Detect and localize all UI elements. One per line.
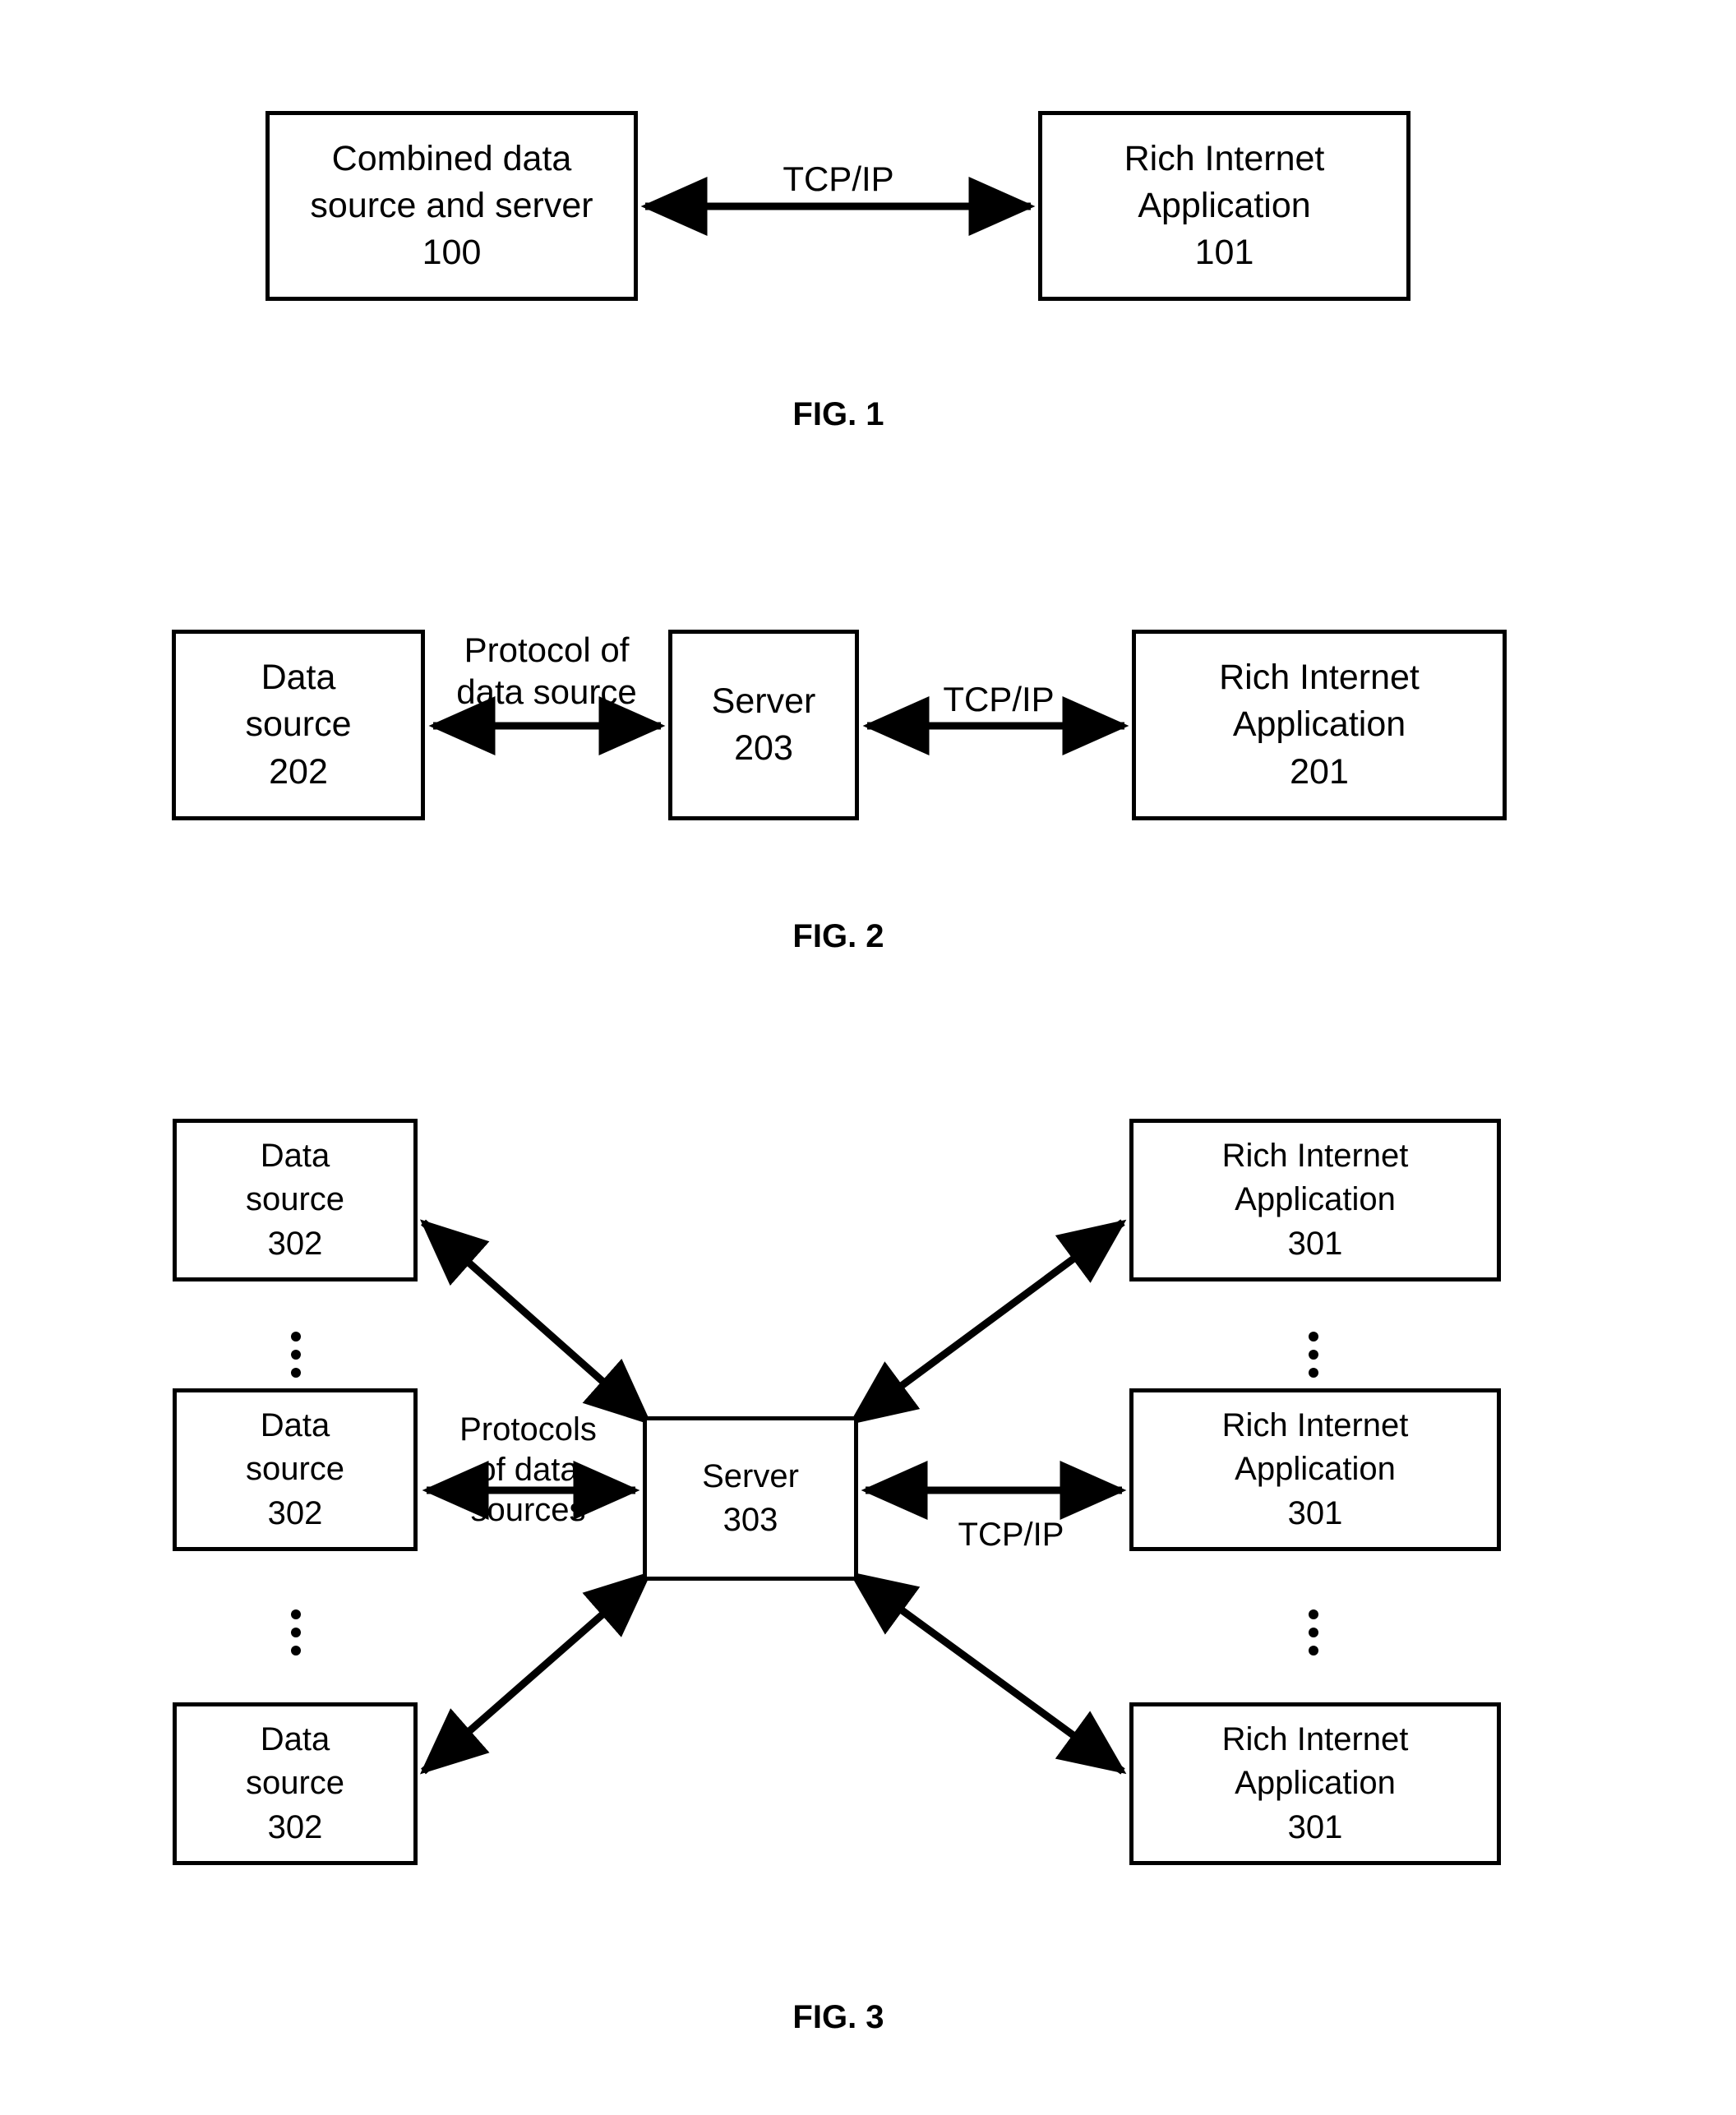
ellipsis-dot <box>1309 1646 1318 1656</box>
node-reference-number: 303 <box>723 1502 778 1538</box>
node-line: Application <box>1235 1451 1396 1488</box>
node-line: Rich Internet <box>1221 1721 1409 1758</box>
fig3-node-rich-internet-application-middle: Rich Internet Application 301 <box>1129 1388 1501 1551</box>
node-reference-number: 301 <box>1287 1225 1343 1262</box>
fig2-edge-label-protocol-of-data-source: Protocol of data source <box>444 629 649 713</box>
edge-label-line: of data <box>478 1451 579 1488</box>
node-line: Data <box>260 1138 330 1175</box>
fig3-arrow-ds1 <box>419 1219 653 1425</box>
node-reference-number: 302 <box>267 1494 323 1531</box>
node-reference-number: 100 <box>422 233 482 273</box>
fig3-edge-label-tcpip: TCP/IP <box>937 1515 1085 1555</box>
fig3-edge-label-protocols-of-data-sources: Protocols of data sources <box>440 1410 616 1530</box>
fig3-node-rich-internet-application-bottom: Rich Internet Application 301 <box>1129 1702 1501 1865</box>
edge-label-line: TCP/IP <box>943 680 1055 718</box>
node-line: Rich Internet <box>1221 1138 1409 1175</box>
fig3-vertical-ellipsis-right-upper <box>1307 1332 1320 1378</box>
node-reference-number: 101 <box>1194 233 1254 273</box>
fig1-node-rich-internet-application: Rich Internet Application 101 <box>1038 111 1410 301</box>
node-line: Rich Internet <box>1124 138 1325 178</box>
fig2-node-rich-internet-application: Rich Internet Application 201 <box>1132 630 1507 820</box>
fig3-arrow-ria1 <box>848 1219 1127 1425</box>
node-reference-number: 202 <box>269 751 328 792</box>
ellipsis-dot <box>1309 1368 1318 1378</box>
fig3-vertical-ellipsis-left-upper <box>289 1332 302 1378</box>
node-line: Application <box>1235 1181 1396 1218</box>
edge-label-line: TCP/IP <box>783 159 894 198</box>
ellipsis-dot <box>291 1368 301 1378</box>
node-line: source <box>245 704 352 745</box>
node-line: Server <box>711 681 816 721</box>
ellipsis-dot <box>291 1332 301 1342</box>
fig3-node-server: Server 303 <box>643 1416 858 1581</box>
edge-label-line: data source <box>456 672 637 712</box>
fig3-arrow-ria3 <box>848 1571 1127 1775</box>
figure-sheet: Combined data source and server 100 Rich… <box>0 0 1736 2115</box>
fig2-node-data-source: Data source 202 <box>172 630 425 820</box>
ellipsis-dot <box>1309 1332 1318 1342</box>
edge-label-line: sources <box>470 1491 586 1528</box>
node-line: source <box>245 1451 345 1488</box>
node-line: source <box>245 1181 345 1218</box>
edge-label-line: Protocols <box>459 1411 597 1448</box>
node-line: Rich Internet <box>1221 1407 1409 1444</box>
edge-label-line: TCP/IP <box>958 1517 1064 1553</box>
node-line: Application <box>1232 704 1406 745</box>
node-line: Data <box>260 1721 330 1758</box>
fig1-caption: FIG. 1 <box>792 396 884 432</box>
node-line: Application <box>1138 185 1311 225</box>
node-line: Data <box>260 1407 330 1444</box>
node-reference-number: 203 <box>734 728 793 768</box>
fig3-vertical-ellipsis-left-lower <box>289 1609 302 1656</box>
ellipsis-dot <box>1309 1350 1318 1360</box>
fig1-edge-label-tcpip: TCP/IP <box>764 158 912 200</box>
fig3-node-data-source-bottom: Data source 302 <box>173 1702 418 1865</box>
ellipsis-dot <box>291 1609 301 1619</box>
edge-label-line: Protocol of <box>464 630 630 669</box>
node-line: source <box>245 1765 345 1802</box>
fig2-edge-label-tcpip: TCP/IP <box>925 678 1073 720</box>
node-line: Server <box>702 1457 799 1494</box>
node-reference-number: 301 <box>1287 1808 1343 1845</box>
ellipsis-dot <box>291 1628 301 1637</box>
node-line: Combined data <box>331 138 572 178</box>
fig3-node-data-source-middle: Data source 302 <box>173 1388 418 1551</box>
node-reference-number: 201 <box>1290 751 1349 792</box>
node-reference-number: 302 <box>267 1808 323 1845</box>
fig3-node-data-source-top: Data source 302 <box>173 1119 418 1281</box>
node-line: Data <box>261 658 336 698</box>
node-line: source and server <box>310 185 593 225</box>
ellipsis-dot <box>1309 1628 1318 1637</box>
ellipsis-dot <box>1309 1609 1318 1619</box>
node-reference-number: 302 <box>267 1225 323 1262</box>
ellipsis-dot <box>291 1646 301 1656</box>
fig3-arrow-ds3 <box>419 1571 653 1775</box>
fig3-caption: FIG. 3 <box>792 1999 884 2035</box>
ellipsis-dot <box>291 1350 301 1360</box>
fig2-node-server: Server 203 <box>668 630 859 820</box>
fig3-vertical-ellipsis-right-lower <box>1307 1609 1320 1656</box>
fig1-node-combined-data-source-and-server: Combined data source and server 100 <box>265 111 638 301</box>
fig3-node-rich-internet-application-top: Rich Internet Application 301 <box>1129 1119 1501 1281</box>
node-reference-number: 301 <box>1287 1494 1343 1531</box>
node-line: Application <box>1235 1765 1396 1802</box>
node-line: Rich Internet <box>1219 658 1420 698</box>
fig2-caption: FIG. 2 <box>792 918 884 954</box>
